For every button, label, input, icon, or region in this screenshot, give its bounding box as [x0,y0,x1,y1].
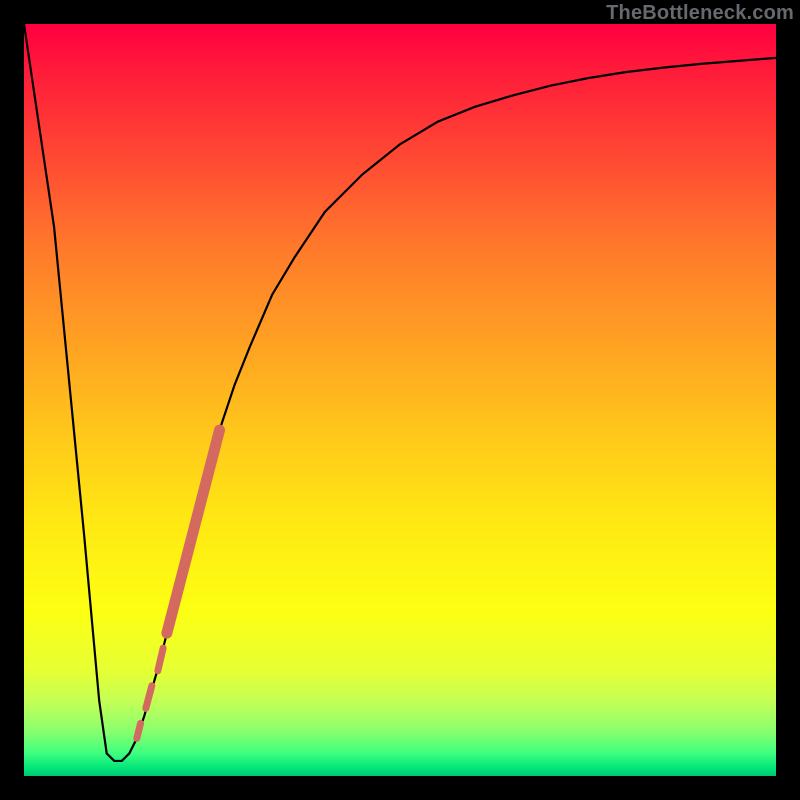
bottleneck-curve [24,24,776,761]
curve-marker [137,723,141,738]
chart-frame: TheBottleneck.com [0,0,800,800]
curve-marker [167,430,220,633]
marker-group [137,430,220,738]
watermark-text: TheBottleneck.com [606,2,794,25]
plot-area [24,24,776,776]
curve-marker [146,686,152,709]
curve-marker [158,648,163,671]
curve-layer [24,24,776,776]
